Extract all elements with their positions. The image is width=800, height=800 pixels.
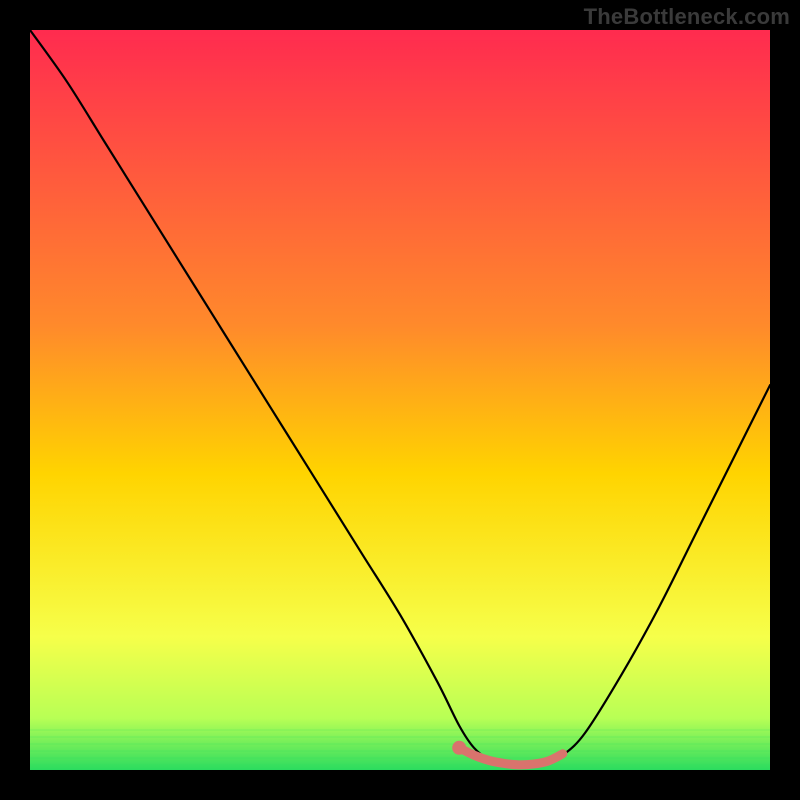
chart-area [30,30,770,770]
gradient-background [30,30,770,770]
chart-svg [30,30,770,770]
optimal-start-dot [452,741,466,755]
attribution-text: TheBottleneck.com [584,4,790,30]
